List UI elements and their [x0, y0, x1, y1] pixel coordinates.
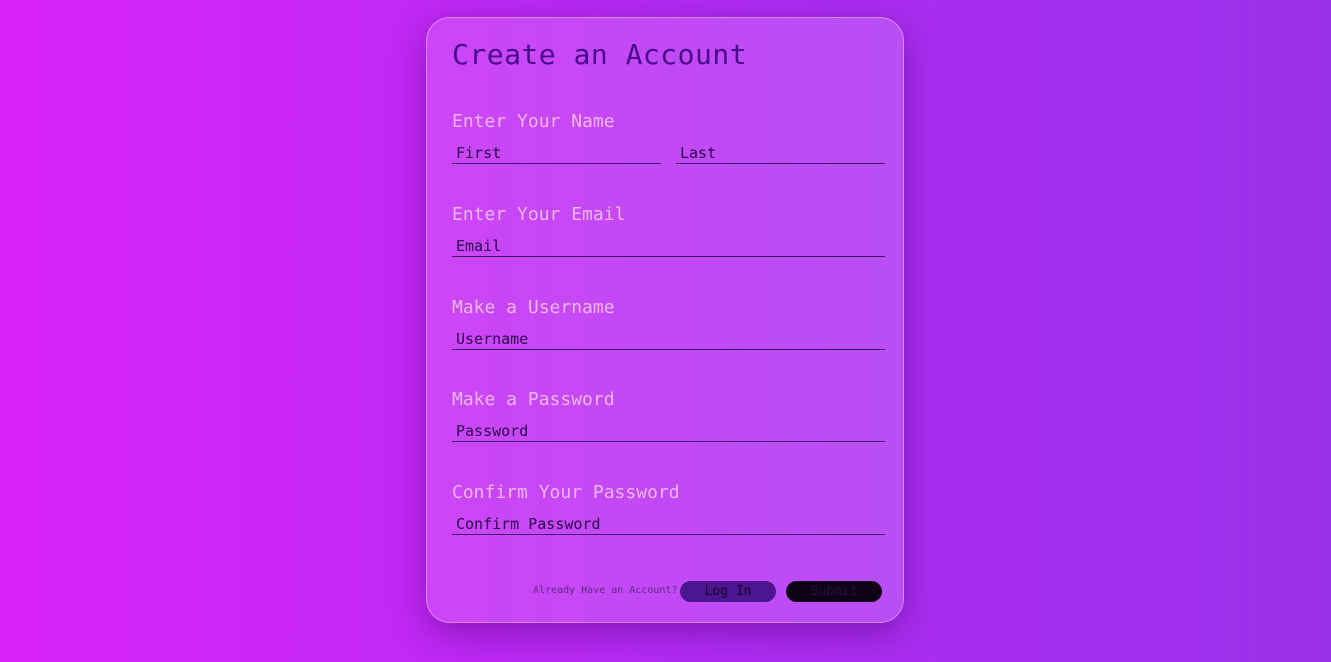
- submit-button[interactable]: Submit: [786, 581, 882, 602]
- password-label: Make a Password: [452, 389, 615, 410]
- name-label: Enter Your Name: [452, 111, 615, 132]
- form-title: Create an Account: [452, 38, 748, 71]
- confirm-password-label: Confirm Your Password: [452, 482, 680, 503]
- password-input[interactable]: [452, 420, 885, 442]
- username-input[interactable]: [452, 328, 885, 350]
- confirm-password-input[interactable]: [452, 513, 885, 535]
- login-prompt: Already Have an Account?: [533, 585, 678, 596]
- first-name-input[interactable]: [452, 142, 661, 164]
- email-input[interactable]: [452, 235, 885, 257]
- email-label: Enter Your Email: [452, 204, 626, 225]
- signup-card: Create an Account Enter Your Name Enter …: [426, 17, 904, 623]
- username-label: Make a Username: [452, 297, 615, 318]
- last-name-input[interactable]: [676, 142, 885, 164]
- login-button[interactable]: Log In: [680, 581, 776, 602]
